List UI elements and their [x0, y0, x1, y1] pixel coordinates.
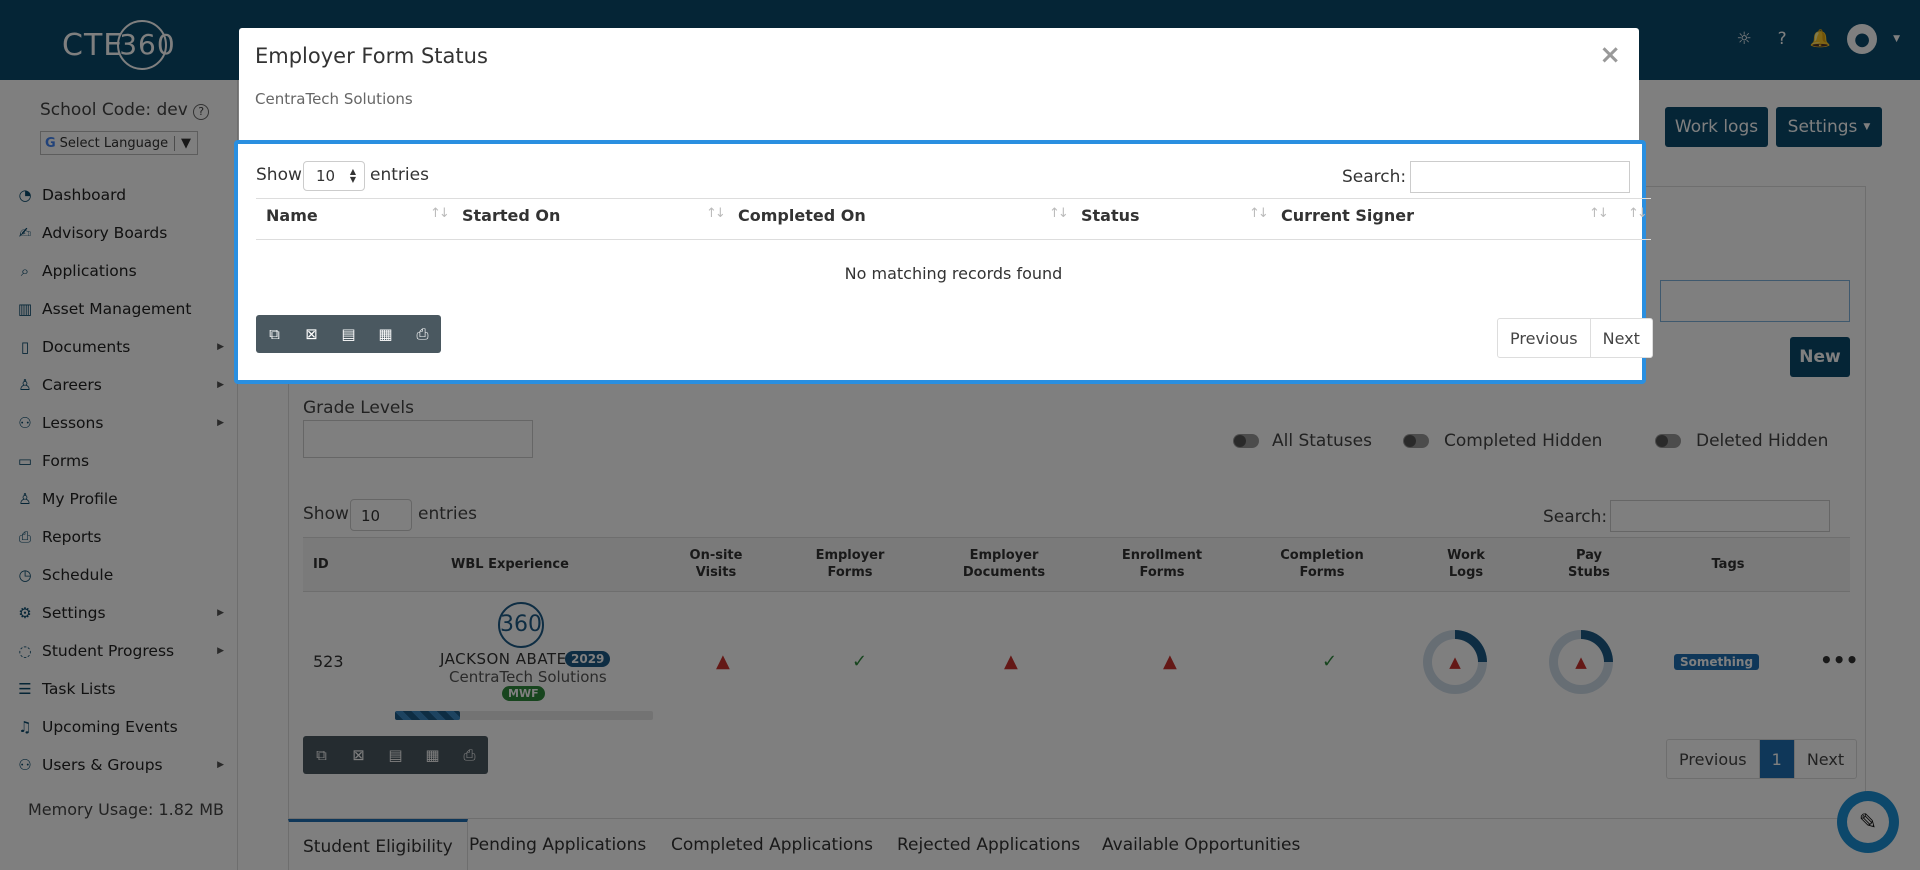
modal-next-button[interactable]: Next — [1589, 319, 1652, 357]
sort-icon: ↑↓ — [1589, 206, 1609, 221]
modal-show-label: Show — [256, 165, 302, 185]
modal-page-size-value: 10 — [316, 167, 336, 185]
copy-icon[interactable]: ⧉ — [256, 315, 293, 353]
modal-page-size-select[interactable]: 10 ▲ ▼ — [303, 161, 365, 191]
modal-subtitle: CentraTech Solutions — [255, 90, 413, 108]
col-current-signer[interactable]: Current Signer — [1281, 195, 1414, 236]
excel-icon[interactable]: ⊠ — [293, 315, 330, 353]
modal-search-label: Search: — [1342, 167, 1407, 187]
select-arrows-icon: ▲ ▼ — [349, 167, 356, 184]
sort-icon: ↑↓ — [706, 206, 726, 221]
modal-previous-button[interactable]: Previous — [1498, 319, 1590, 357]
empty-table-message: No matching records found — [844, 264, 1063, 283]
sort-icon: ↑↓ — [1628, 206, 1648, 221]
sort-icon: ↑↓ — [1249, 206, 1269, 221]
modal-title: Employer Form Status — [255, 44, 488, 68]
modal-pagination: Previous Next — [1497, 318, 1653, 358]
csv-icon[interactable]: ▤ — [330, 315, 367, 353]
col-status[interactable]: Status — [1081, 195, 1140, 236]
modal-export-button-group: ⧉ ⊠ ▤ ▦ ⎙ — [256, 315, 441, 353]
employer-form-status-modal: Employer Form Status × CentraTech Soluti… — [234, 28, 1646, 384]
pdf-icon[interactable]: ▦ — [367, 315, 404, 353]
table-header-bottom-border — [256, 239, 1651, 240]
modal-search-input[interactable] — [1410, 161, 1630, 193]
col-completed-on[interactable]: Completed On — [738, 195, 866, 236]
sort-icon: ↑↓ — [1049, 206, 1069, 221]
modal-entries-label: entries — [370, 165, 429, 185]
sort-icon: ↑↓ — [430, 206, 450, 221]
col-name[interactable]: Name — [266, 195, 318, 236]
close-icon[interactable]: × — [1599, 42, 1621, 68]
col-started-on[interactable]: Started On — [462, 195, 560, 236]
print-icon[interactable]: ⎙ — [404, 315, 441, 353]
